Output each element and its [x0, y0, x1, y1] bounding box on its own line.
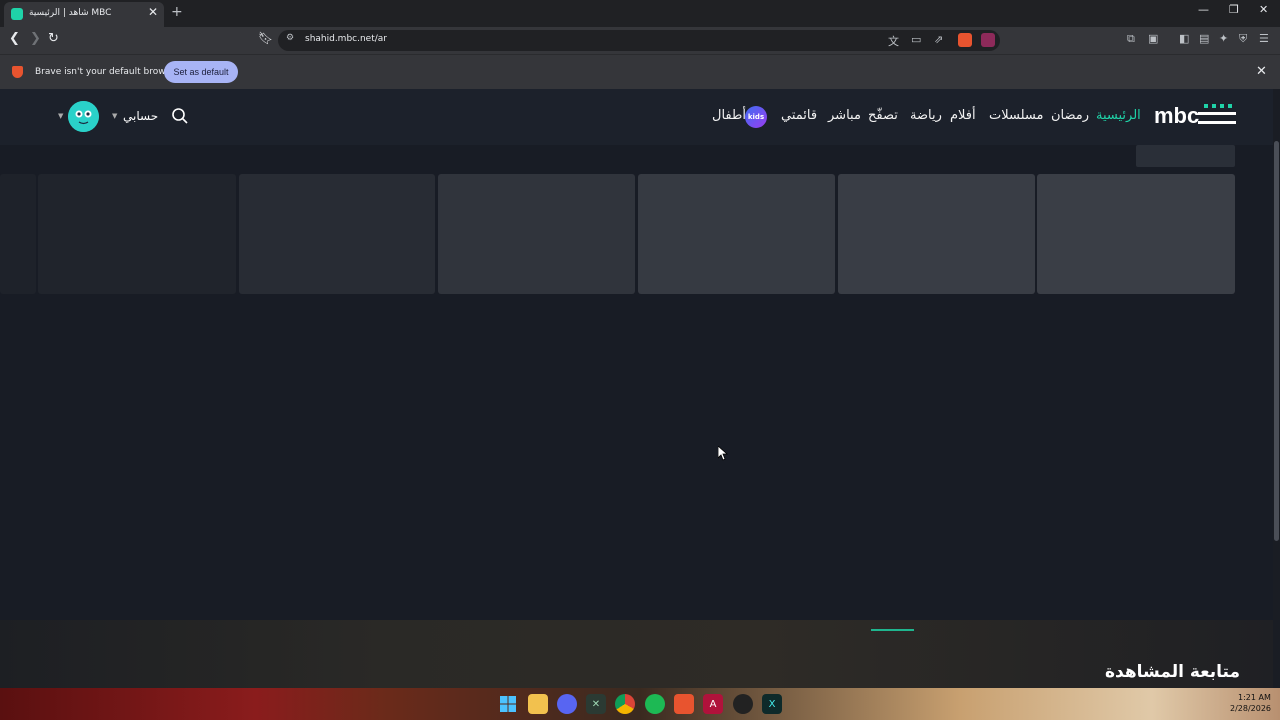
shahid-page: mbc الرئيسية رمضان مسلسلات أفلام رياضة ت… [0, 89, 1273, 688]
set-default-button[interactable]: Set as default [164, 61, 238, 83]
nav-sports[interactable]: رياضة [910, 108, 942, 123]
browser-tab[interactable]: شاهد | الرئيسية MBC ✕ [4, 2, 164, 27]
account-menu[interactable]: حسابي [123, 109, 158, 123]
share-icon[interactable]: ⇗ [934, 33, 943, 46]
skeleton-card [239, 174, 435, 294]
bookmark-icon[interactable]: 🔖︎ [258, 31, 273, 45]
wallet-icon[interactable]: ▣ [1148, 32, 1158, 45]
nav-my-list[interactable]: قائمتي [781, 108, 817, 123]
leo-ai-icon[interactable]: ✦ [1219, 32, 1228, 45]
close-window-icon[interactable]: ✕ [1259, 3, 1268, 16]
menu-icon[interactable]: ☰ [1259, 32, 1269, 45]
nav-series[interactable]: مسلسلات [989, 108, 1043, 123]
translate-icon[interactable]: 文 [888, 33, 899, 49]
skeleton-card [0, 174, 36, 294]
restore-icon[interactable]: ❐ [1229, 3, 1239, 16]
url-text[interactable]: shahid.mbc.net/ar [305, 34, 387, 44]
nav-home[interactable]: الرئيسية [1096, 108, 1141, 123]
carousel-indicator[interactable] [871, 629, 914, 631]
file-explorer-icon[interactable] [528, 694, 548, 714]
extensions-icon[interactable]: ⧉ [1127, 32, 1135, 46]
skeleton-card [38, 174, 236, 294]
nav-movies[interactable]: أفلام [950, 108, 976, 123]
site-info-icon[interactable]: ⚙ [286, 33, 294, 43]
site-header: mbc الرئيسية رمضان مسلسلات أفلام رياضة ت… [0, 89, 1273, 145]
close-tab-icon[interactable]: ✕ [148, 5, 158, 19]
skeleton-card [438, 174, 635, 294]
back-icon[interactable]: ❮ [9, 31, 20, 46]
kids-badge[interactable]: kids [745, 106, 767, 128]
clock-date[interactable]: 2/28/2026 [1230, 704, 1271, 713]
profile-chevron-down-icon[interactable]: ▼ [58, 112, 63, 120]
clock-time[interactable]: 1:21 AM [1238, 693, 1271, 702]
chrome-icon[interactable] [615, 694, 635, 714]
skeleton-card [638, 174, 835, 294]
close-infobar-icon[interactable]: ✕ [1256, 64, 1267, 79]
app-icon[interactable]: X [762, 694, 782, 714]
shahid-mbc-logo[interactable]: mbc [1152, 101, 1240, 131]
scrollbar-thumb[interactable] [1274, 141, 1279, 541]
brave-taskbar-icon[interactable] [674, 694, 694, 714]
nav-live[interactable]: مباشر [828, 108, 861, 123]
infobar-message: Brave isn't your default browser [35, 67, 180, 77]
nav-kids[interactable]: أطفال [712, 108, 746, 123]
spotify-icon[interactable] [645, 694, 665, 714]
skeleton-card [838, 174, 1035, 294]
discord-icon[interactable] [557, 694, 577, 714]
browser-toolbar: ❮ ❯ ↻ 🔖︎ ⚙ shahid.mbc.net/ar 文 ▭ ⇗ ⧉ ▣ ◧… [0, 27, 1280, 54]
forward-icon[interactable]: ❯ [30, 31, 41, 46]
page-scrollbar[interactable] [1273, 89, 1280, 688]
nav-ramadan[interactable]: رمضان [1051, 108, 1089, 123]
tab-title: شاهد | الرئيسية MBC [29, 8, 112, 18]
reload-icon[interactable]: ↻ [48, 31, 59, 46]
chevron-down-icon[interactable]: ▼ [112, 112, 117, 120]
brave-rewards-icon[interactable] [981, 33, 995, 47]
default-browser-infobar: Brave isn't your default browser Set as … [0, 54, 1280, 89]
sidebar-icon[interactable]: ◧ [1179, 32, 1189, 45]
skeleton-filter-pill [1136, 145, 1235, 167]
obs-icon[interactable] [733, 694, 753, 714]
wallet2-icon[interactable]: ▤ [1199, 32, 1209, 45]
terminal-icon[interactable]: ✕ [586, 694, 606, 714]
skeleton-card [1037, 174, 1235, 294]
mouse-cursor-icon [718, 446, 728, 461]
avatar[interactable] [68, 101, 99, 132]
address-bar[interactable]: ⚙ shahid.mbc.net/ar 文 ▭ ⇗ [278, 30, 1000, 51]
search-icon[interactable] [171, 107, 189, 125]
new-tab-icon[interactable]: + [171, 4, 183, 20]
windows-start-icon[interactable] [498, 694, 518, 714]
brave-shields-icon[interactable] [958, 33, 972, 47]
nav-browse[interactable]: تصفّح [868, 108, 898, 123]
continue-watching-backdrop [0, 620, 1273, 688]
tab-strip: شاهد | الرئيسية MBC ✕ + — ❐ ✕ [0, 0, 1280, 27]
minimize-icon[interactable]: — [1198, 3, 1209, 16]
cast-icon[interactable]: ▭ [911, 33, 921, 46]
logo-text: mbc [1154, 103, 1199, 128]
shahid-favicon-icon [11, 8, 23, 20]
vpn-icon[interactable]: ⛨ [1239, 32, 1247, 46]
continue-watching-heading: متابعة المشاهدة [1105, 662, 1240, 682]
brave-lion-icon [12, 66, 23, 78]
windows-taskbar: ✕ A X 1:21 AM 2/28/2026 [0, 688, 1280, 720]
acrobat-icon[interactable]: A [703, 694, 723, 714]
